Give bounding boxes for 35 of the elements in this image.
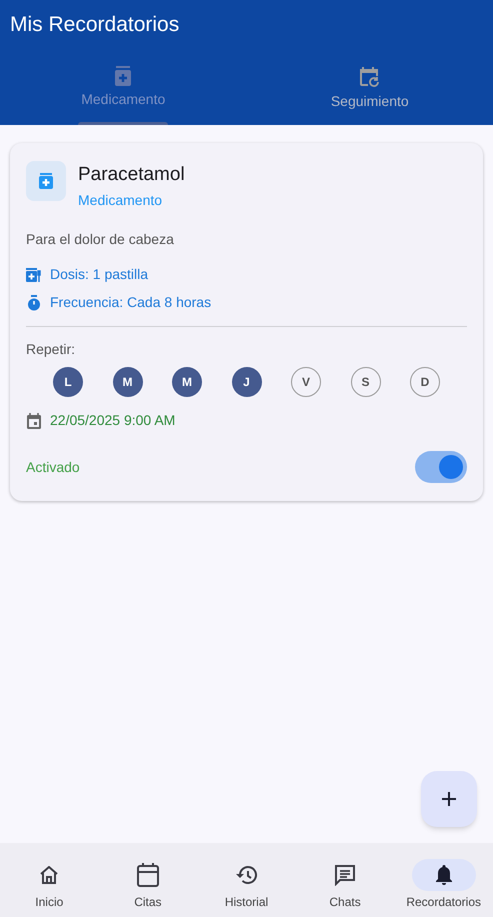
medicine-name: Paracetamol: [78, 163, 185, 187]
day-chip[interactable]: S: [350, 367, 380, 397]
app-title: Mis Recordatorios: [10, 12, 180, 38]
calendar-icon: [26, 412, 42, 428]
stopwatch-icon: [26, 294, 42, 310]
day-chip[interactable]: M: [172, 367, 202, 397]
day-chip[interactable]: J: [232, 367, 262, 397]
medicine-type: Medicamento: [78, 191, 164, 210]
history-icon: [235, 865, 258, 885]
frequency: Frecuencia: Cada 8 horas: [50, 293, 212, 312]
nav-item[interactable]: Recordatorios: [394, 843, 493, 917]
day-chip[interactable]: D: [410, 367, 440, 397]
medicine-dose-icon: [26, 268, 42, 282]
calendar-refresh-icon: [358, 66, 381, 88]
chat-icon: [334, 864, 356, 886]
nav-item[interactable]: Citas: [98, 843, 198, 917]
day-chip[interactable]: V: [291, 367, 321, 397]
dose: Dosis: 1 pastilla: [50, 265, 148, 284]
repeat-label: Repetir:: [26, 340, 76, 359]
bell-icon: [434, 864, 453, 886]
medicine-bottle-icon: [39, 173, 53, 189]
date-time: 22/05/2025 9:00 AM: [50, 411, 176, 430]
nav-item[interactable]: Historial: [197, 843, 296, 917]
home-icon: [39, 866, 60, 884]
day-chip[interactable]: M: [112, 367, 142, 397]
toggle-switch[interactable]: [415, 451, 467, 483]
nav-item[interactable]: Inicio: [0, 843, 99, 917]
description: Para el dolor de cabeza: [26, 230, 175, 249]
status-label: Activado: [26, 458, 80, 476]
add-icon: [441, 791, 457, 807]
day-chip[interactable]: L: [53, 367, 83, 397]
nav-item[interactable]: Chats: [296, 843, 394, 917]
calendar-icon: [136, 863, 159, 887]
tab[interactable]: Seguimiento: [246, 50, 493, 125]
medicine-bottle-icon: [114, 66, 132, 86]
